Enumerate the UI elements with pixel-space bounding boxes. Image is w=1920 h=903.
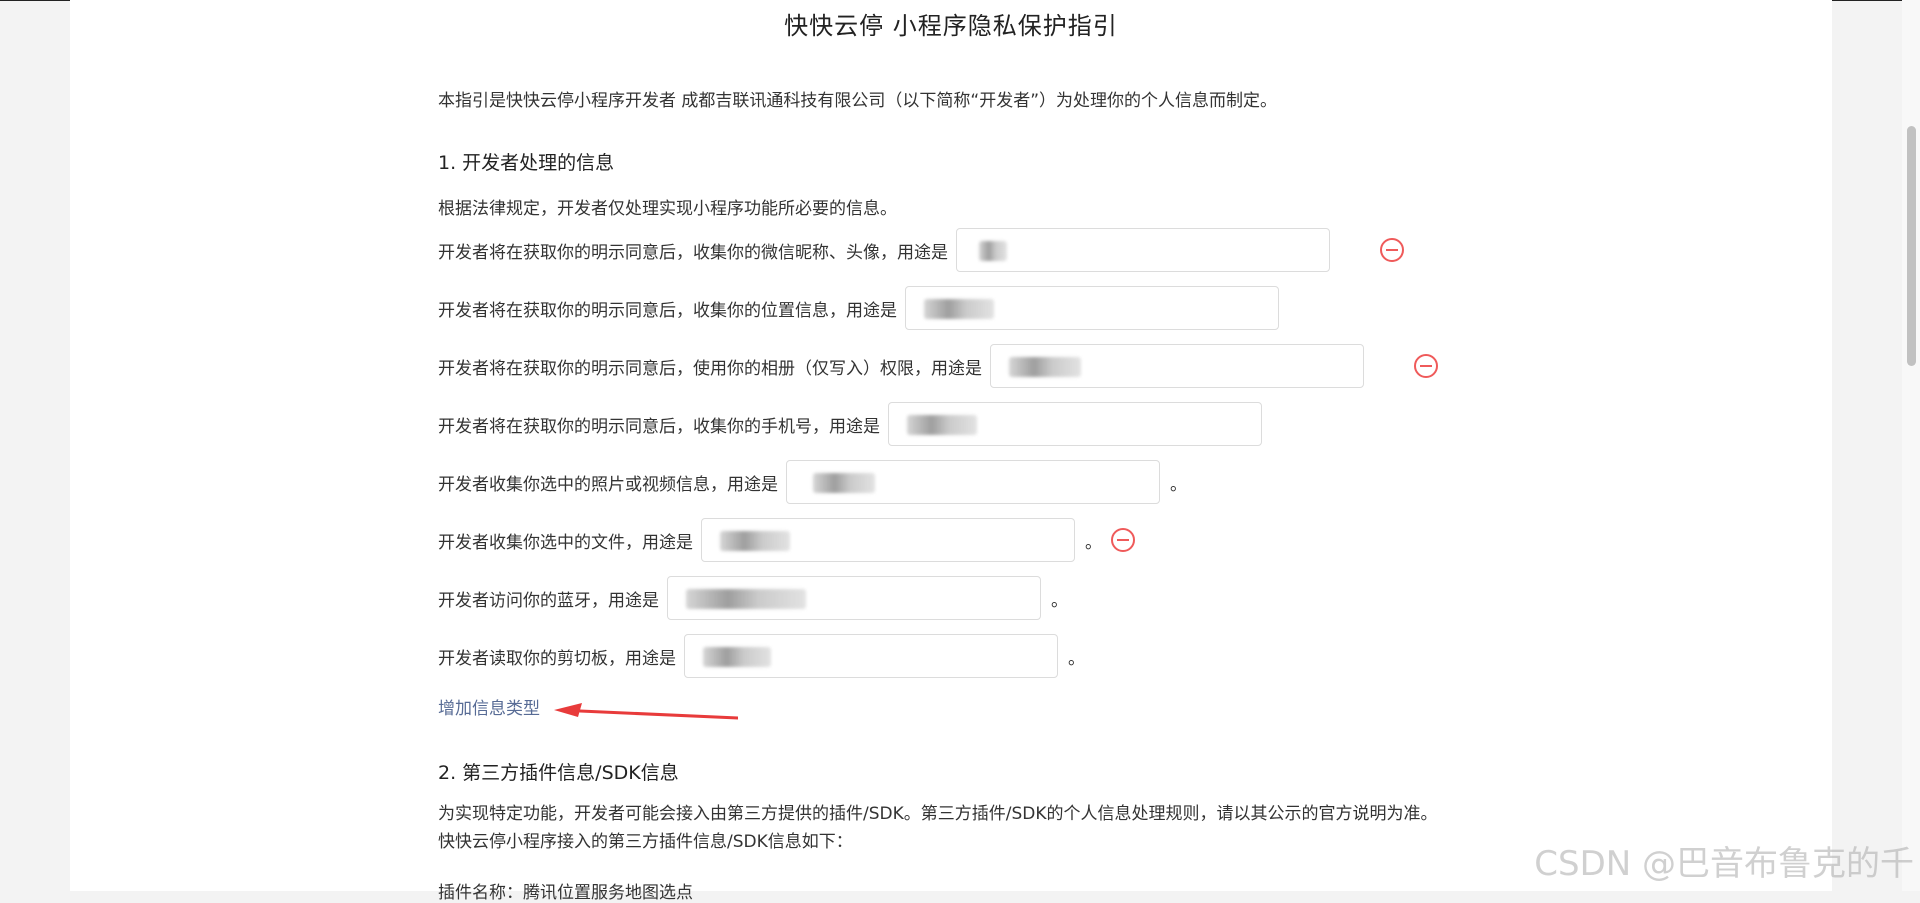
info-row: 开发者收集你选中的照片或视频信息，用途是 。 [438,459,1187,505]
info-row: 开发者读取你的剪切板，用途是 。 [438,633,1085,679]
blurred-value [907,415,977,435]
purpose-input[interactable] [990,344,1364,388]
section-1-description: 根据法律规定，开发者仅处理实现小程序功能所必要的信息。 [438,199,897,219]
section-2-title: 2. 第三方插件信息/SDK信息 [438,762,679,784]
info-row-label: 开发者将在获取你的明示同意后，收集你的位置信息，用途是 [438,300,897,321]
blurred-value [813,473,875,493]
minus-circle-icon[interactable] [1111,528,1135,552]
info-row: 开发者将在获取你的明示同意后，收集你的手机号，用途是 [438,401,1286,447]
info-row: 开发者访问你的蓝牙，用途是 。 [438,575,1068,621]
purpose-input[interactable] [684,634,1058,678]
purpose-input[interactable] [667,576,1041,620]
info-row-label: 开发者收集你选中的照片或视频信息，用途是 [438,474,778,495]
add-info-type-link[interactable]: 增加信息类型 [438,694,540,719]
blurred-value [924,299,994,319]
blurred-value [1009,357,1081,377]
blurred-value [979,241,1007,261]
info-row-label: 开发者访问你的蓝牙，用途是 [438,590,659,611]
info-row: 开发者收集你选中的文件，用途是 。 [438,517,1135,563]
trailing-period: 。 [1068,648,1085,669]
trailing-period: 。 [1085,532,1102,553]
section-1-title: 1. 开发者处理的信息 [438,152,615,174]
info-row-label: 开发者读取你的剪切板，用途是 [438,648,676,669]
annotation-arrow-icon [554,703,738,720]
purpose-input[interactable] [956,228,1330,272]
trailing-period: 。 [1170,474,1187,495]
info-row-label: 开发者将在获取你的明示同意后，收集你的手机号，用途是 [438,416,880,437]
minus-circle-icon[interactable] [1380,238,1404,262]
intro-text: 本指引是快快云停小程序开发者 成都吉联讯通科技有限公司（以下简称“开发者”）为处… [438,91,1278,111]
blurred-value [686,589,806,609]
blurred-value [720,531,790,551]
info-row: 开发者将在获取你的明示同意后，收集你的位置信息，用途是 [438,285,1303,331]
info-row: 开发者将在获取你的明示同意后，收集你的微信昵称、头像，用途是 [438,227,1404,273]
info-row: 开发者将在获取你的明示同意后，使用你的相册（仅写入）权限，用途是 [438,343,1438,389]
section-2-description: 为实现特定功能，开发者可能会接入由第三方提供的插件/SDK。第三方插件/SDK的… [438,804,1438,852]
info-row-label: 开发者将在获取你的明示同意后，收集你的微信昵称、头像，用途是 [438,242,948,263]
minus-circle-icon[interactable] [1414,354,1438,378]
info-row-label: 开发者将在获取你的明示同意后，使用你的相册（仅写入）权限，用途是 [438,358,982,379]
watermark: CSDN @巴音布鲁克的千 [1534,844,1914,884]
blurred-value [703,647,771,667]
vertical-scrollbar[interactable] [1902,0,1920,891]
info-row-label: 开发者收集你选中的文件，用途是 [438,532,693,553]
purpose-input[interactable] [701,518,1075,562]
trailing-period: 。 [1051,590,1068,611]
purpose-input[interactable] [888,402,1262,446]
scrollbar-thumb[interactable] [1907,126,1916,366]
purpose-input[interactable] [786,460,1160,504]
page-title: 快快云停 小程序隐私保护指引 [784,12,1118,40]
purpose-input[interactable] [905,286,1279,330]
